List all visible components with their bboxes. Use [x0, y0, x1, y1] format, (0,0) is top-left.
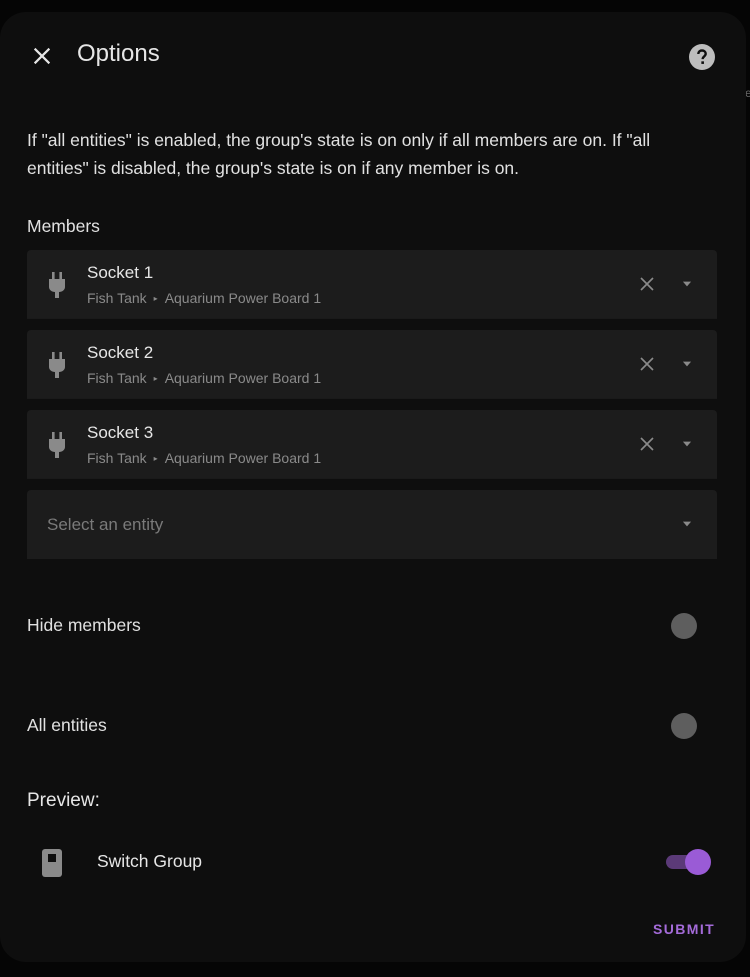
- preview-switch-toggle[interactable]: [666, 848, 712, 876]
- preview-entity-name: Switch Group: [97, 851, 203, 871]
- close-icon: [640, 277, 654, 291]
- chevron-down-icon: [682, 441, 692, 447]
- help-button[interactable]: [684, 39, 720, 75]
- member-dropdown-button[interactable]: [675, 352, 699, 376]
- clear-member-button[interactable]: [635, 352, 659, 376]
- chevron-down-icon: [682, 521, 692, 527]
- close-button[interactable]: [24, 38, 60, 74]
- breadcrumb-separator: ▸: [153, 453, 158, 463]
- close-icon: [640, 437, 654, 451]
- hide-members-toggle[interactable]: [671, 613, 697, 639]
- member-device: Aquarium Power Board 1: [164, 370, 322, 386]
- power-plug-icon: [49, 272, 65, 298]
- all-entities-label: All entities: [27, 715, 107, 735]
- submit-button[interactable]: SUBMIT: [645, 915, 723, 943]
- entity-select-dropdown-button[interactable]: [675, 512, 699, 536]
- options-dialog: Options If "all entities" is enabled, th…: [0, 12, 746, 962]
- power-plug-icon: [49, 352, 65, 378]
- close-icon: [640, 357, 654, 371]
- member-area: Fish Tank: [87, 370, 147, 386]
- hide-members-label: Hide members: [27, 615, 141, 635]
- dialog-header: Options: [0, 12, 746, 100]
- dialog-title: Options: [77, 40, 160, 67]
- member-context: Fish Tank ▸ Aquarium Power Board 1: [87, 290, 321, 306]
- members-label: Members: [27, 216, 100, 236]
- clear-member-button[interactable]: [635, 432, 659, 456]
- member-area: Fish Tank: [87, 450, 147, 466]
- page: e Options If "all entities" is enabled, …: [0, 0, 750, 977]
- help-circle-icon: [689, 44, 715, 70]
- power-plug-icon: [49, 432, 65, 458]
- member-name: Socket 2: [87, 343, 154, 362]
- member-row[interactable]: Socket 2 Fish Tank ▸ Aquarium Power Boar…: [27, 330, 717, 399]
- close-icon: [33, 47, 51, 65]
- member-context: Fish Tank ▸ Aquarium Power Board 1: [87, 370, 321, 386]
- all-entities-toggle[interactable]: [671, 713, 697, 739]
- entity-select-field[interactable]: Select an entity: [27, 490, 717, 559]
- member-row[interactable]: Socket 3 Fish Tank ▸ Aquarium Power Boar…: [27, 410, 717, 479]
- member-device: Aquarium Power Board 1: [164, 450, 322, 466]
- preview-label: Preview:: [27, 790, 100, 811]
- member-device: Aquarium Power Board 1: [164, 290, 322, 306]
- member-name: Socket 1: [87, 263, 154, 282]
- group-description: If "all entities" is enabled, the group'…: [27, 130, 651, 178]
- toggle-thumb: [685, 849, 711, 875]
- entity-select-placeholder: Select an entity: [47, 515, 164, 534]
- breadcrumb-separator: ▸: [153, 373, 158, 383]
- member-context: Fish Tank ▸ Aquarium Power Board 1: [87, 450, 321, 466]
- clear-member-button[interactable]: [635, 272, 659, 296]
- member-dropdown-button[interactable]: [675, 272, 699, 296]
- breadcrumb-separator: ▸: [153, 293, 158, 303]
- member-area: Fish Tank: [87, 290, 147, 306]
- switch-icon: [42, 849, 62, 877]
- chevron-down-icon: [682, 361, 692, 367]
- chevron-down-icon: [682, 281, 692, 287]
- member-row[interactable]: Socket 1 Fish Tank ▸ Aquarium Power Boar…: [27, 250, 717, 319]
- member-dropdown-button[interactable]: [675, 432, 699, 456]
- member-name: Socket 3: [87, 423, 154, 442]
